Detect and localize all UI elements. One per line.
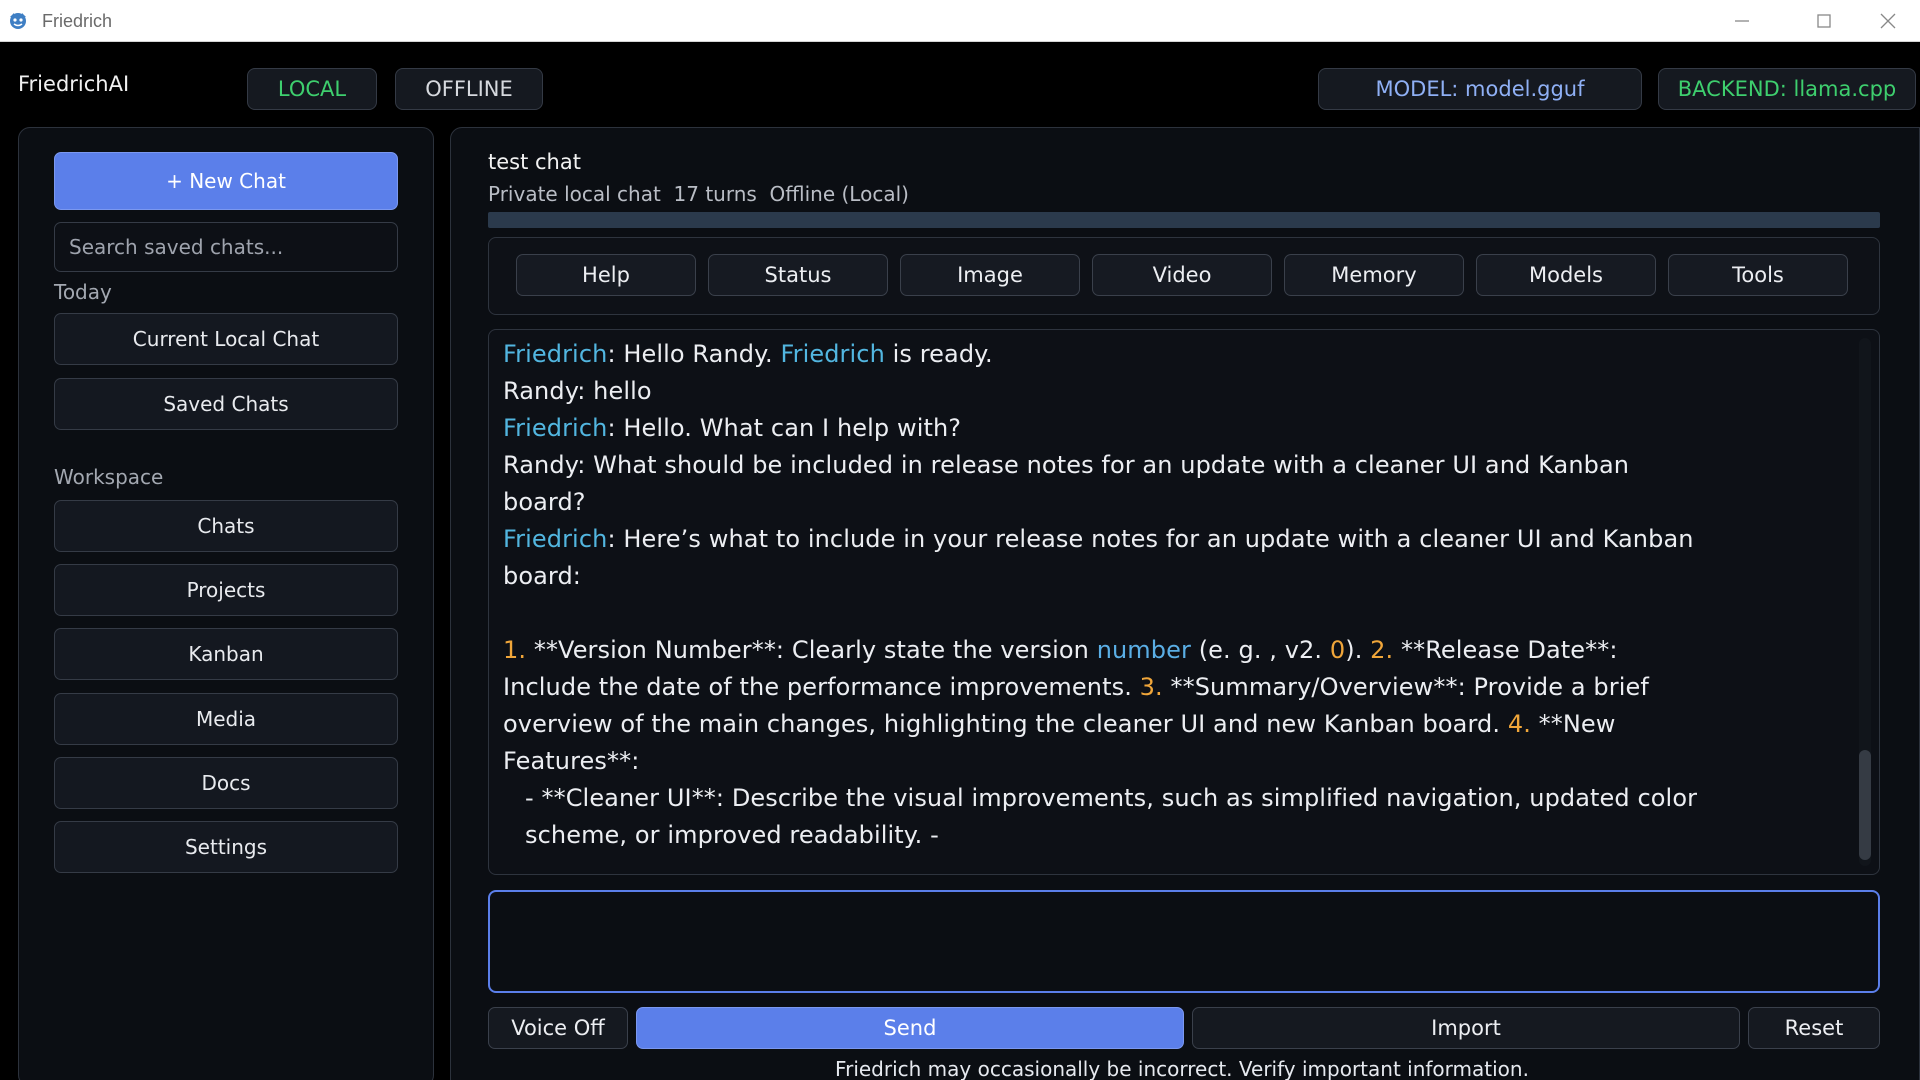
minimize-button[interactable] <box>1702 0 1782 42</box>
speaker-name: Friedrich <box>503 525 608 553</box>
list-number: 1. <box>503 636 527 664</box>
maximize-icon <box>1817 14 1831 28</box>
progress-bar <box>488 212 1880 228</box>
message-assistant-cont: Include the date of the performance impr… <box>503 669 1843 706</box>
message-text: overview of the main changes, highlighti… <box>503 710 1508 738</box>
model-badge[interactable]: MODEL: model.gguf <box>1318 68 1642 110</box>
message-assistant-cont: Features**: <box>503 747 640 775</box>
message-assistant-cont: 1. **Version Number**: Clearly state the… <box>503 632 1843 669</box>
sidebar-item-saved-chats[interactable]: Saved Chats <box>54 378 398 430</box>
message-text: **New <box>1530 710 1616 738</box>
tab-status[interactable]: Status <box>708 254 888 296</box>
sidebar-item-docs[interactable]: Docs <box>54 757 398 809</box>
tab-video[interactable]: Video <box>1092 254 1272 296</box>
scrollbar-thumb[interactable] <box>1859 750 1871 860</box>
sidebar-item-current-local-chat[interactable]: Current Local Chat <box>54 313 398 365</box>
close-button[interactable] <box>1856 0 1920 42</box>
reset-button[interactable]: Reset <box>1748 1007 1880 1049</box>
message-user-cont: board? <box>503 488 586 516</box>
tab-help[interactable]: Help <box>516 254 696 296</box>
sidebar-item-media[interactable]: Media <box>54 693 398 745</box>
speaker-name: Friedrich <box>503 414 608 442</box>
local-mode-badge[interactable]: LOCAL <box>247 68 377 110</box>
tab-tools[interactable]: Tools <box>1668 254 1848 296</box>
minimize-icon <box>1735 20 1749 22</box>
message-text: is ready. <box>884 340 993 368</box>
message-user: Randy: hello <box>503 377 652 405</box>
message-user: Randy: What should be included in releas… <box>503 451 1630 479</box>
sidebar-item-kanban[interactable]: Kanban <box>54 628 398 680</box>
backend-badge[interactable]: BACKEND: llama.cpp <box>1658 68 1916 110</box>
chat-transcript[interactable]: Friedrich: Hello Randy. Friedrich is rea… <box>488 329 1880 875</box>
message-text: : Hello Randy. <box>607 340 781 368</box>
message-assistant: Friedrich: Hello. What can I help with? <box>503 410 1843 447</box>
message-text: **Release Date**: <box>1393 636 1618 664</box>
sidebar-item-settings[interactable]: Settings <box>54 821 398 873</box>
search-input[interactable] <box>54 222 398 272</box>
list-number: 2. <box>1370 636 1394 664</box>
window-title: Friedrich <box>42 11 113 31</box>
tab-image[interactable]: Image <box>900 254 1080 296</box>
window-titlebar: Friedrich <box>0 0 1920 42</box>
sidebar-item-chats[interactable]: Chats <box>54 500 398 552</box>
close-icon <box>1880 13 1896 29</box>
inline-name: Friedrich <box>780 340 885 368</box>
message-assistant-cont: board: <box>503 562 581 590</box>
message-assistant-cont: - **Cleaner UI**: Describe the visual im… <box>525 784 1698 812</box>
maximize-button[interactable] <box>1784 0 1864 42</box>
send-button[interactable]: Send <box>636 1007 1184 1049</box>
list-number: 4. <box>1507 710 1531 738</box>
message-assistant-cont: overview of the main changes, highlighti… <box>503 706 1843 743</box>
speaker-name: Friedrich <box>503 340 608 368</box>
tab-models[interactable]: Models <box>1476 254 1656 296</box>
message-assistant: Friedrich: Hello Randy. Friedrich is rea… <box>503 336 1843 373</box>
sidebar-item-projects[interactable]: Projects <box>54 564 398 616</box>
message-text: : Here’s what to include in your release… <box>607 525 1694 553</box>
list-number: 3. <box>1139 673 1163 701</box>
chat-meta: Private local chat 17 turns Offline (Loc… <box>488 182 909 206</box>
chat-title: test chat <box>488 150 581 174</box>
message-text: ). <box>1345 636 1371 664</box>
message-text: **Version Number**: Clearly state the ve… <box>526 636 1097 664</box>
new-chat-button[interactable]: + New Chat <box>54 152 398 210</box>
message-assistant: Friedrich: Here’s what to include in you… <box>503 521 1843 558</box>
app-icon <box>6 9 30 33</box>
message-text: (e. g. , v2. <box>1190 636 1330 664</box>
disclaimer-text: Friedrich may occasionally be incorrect.… <box>835 1057 1529 1080</box>
today-section-label: Today <box>54 280 112 304</box>
message-text: : Hello. What can I help with? <box>607 414 962 442</box>
voice-toggle-button[interactable]: Voice Off <box>488 1007 628 1049</box>
message-list: Friedrich: Hello Randy. Friedrich is rea… <box>503 336 1843 854</box>
message-text: Include the date of the performance impr… <box>503 673 1140 701</box>
tab-memory[interactable]: Memory <box>1284 254 1464 296</box>
message-input[interactable] <box>488 890 1880 993</box>
message-text: **Summary/Overview**: Provide a brief <box>1162 673 1649 701</box>
import-button[interactable]: Import <box>1192 1007 1740 1049</box>
highlighted-digit: 0 <box>1329 636 1346 664</box>
message-assistant-cont: scheme, or improved readability. - <box>525 821 939 849</box>
offline-mode-badge[interactable]: OFFLINE <box>395 68 543 110</box>
workspace-section-label: Workspace <box>54 465 164 489</box>
app-brand: FriedrichAI <box>18 72 130 96</box>
highlighted-word: number <box>1096 636 1191 664</box>
